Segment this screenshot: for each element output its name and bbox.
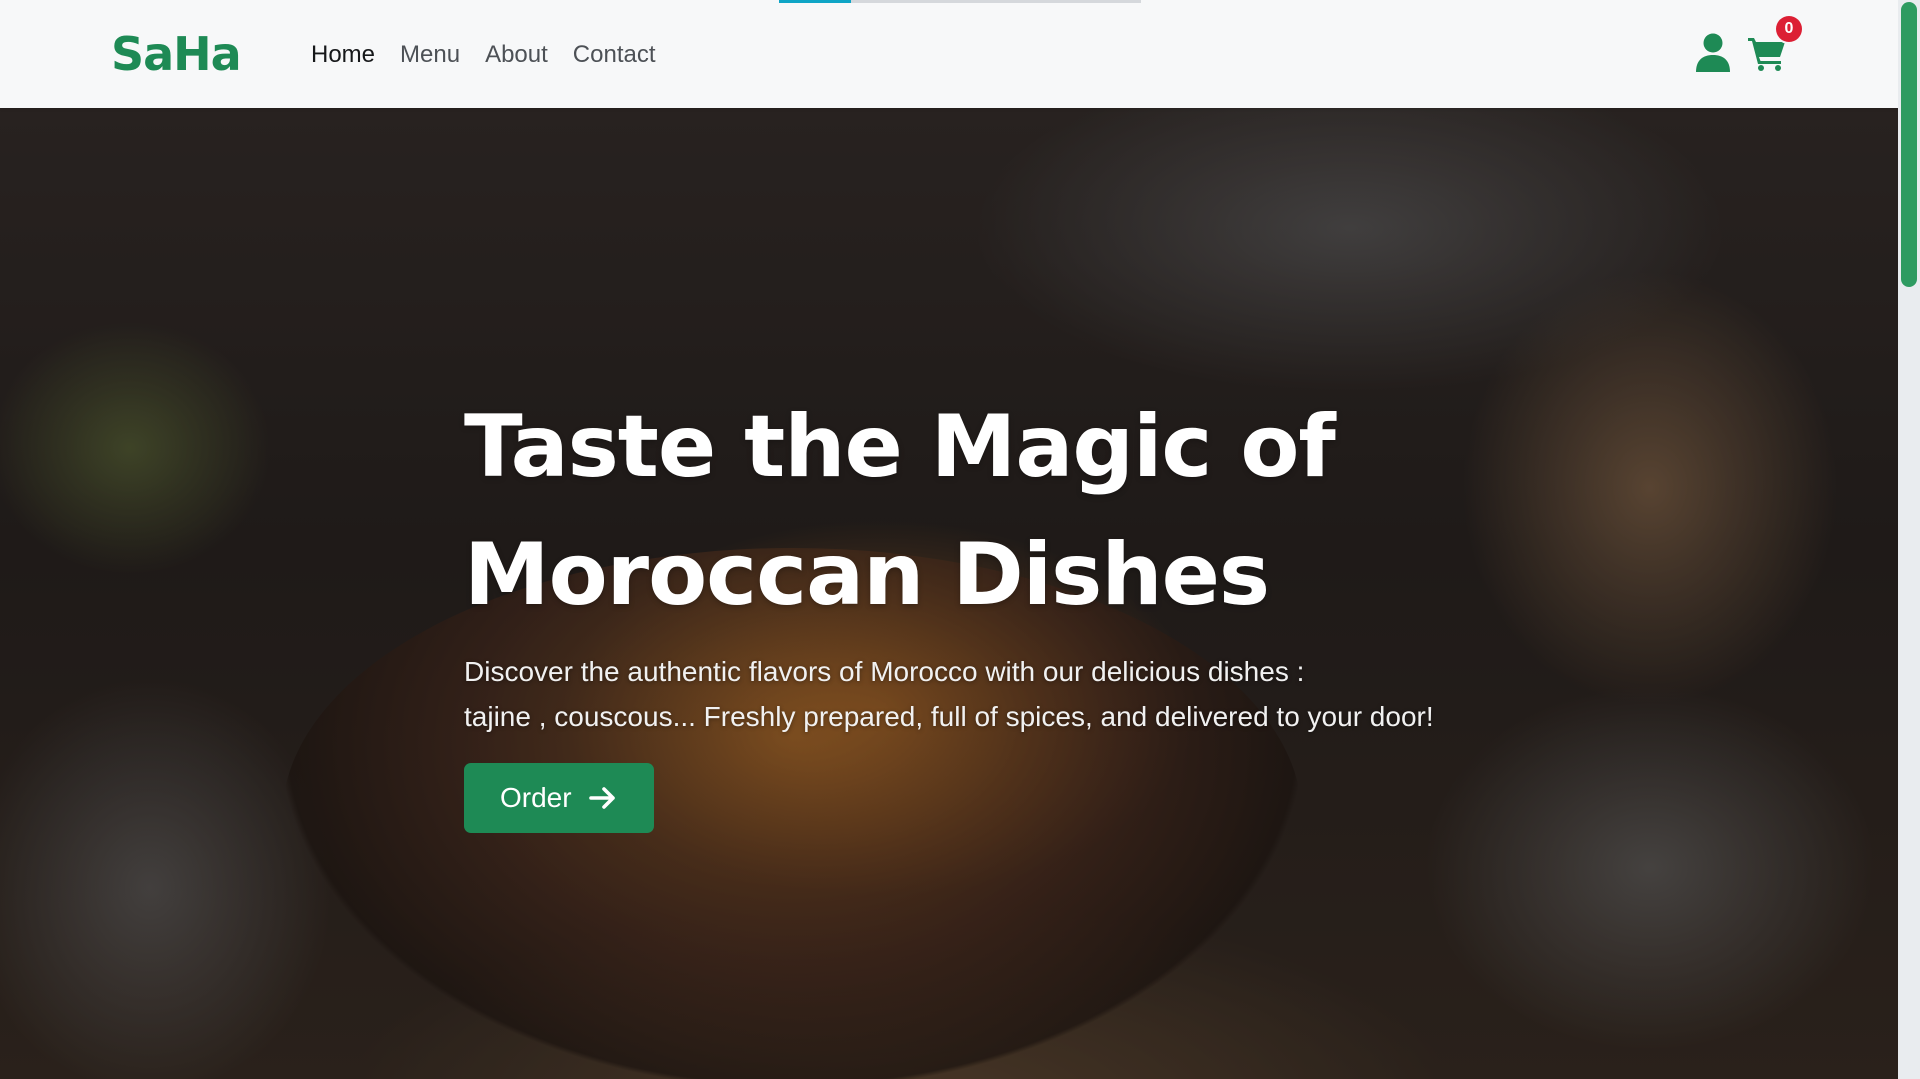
header-actions: 0 bbox=[1693, 16, 1802, 72]
brand-logo[interactable]: SaHa bbox=[111, 24, 242, 84]
hero-content: Taste the Magic of Moroccan Dishes Disco… bbox=[464, 383, 1464, 833]
hero-title-line-2: Moroccan Dishes bbox=[464, 525, 1270, 625]
cart-button[interactable]: 0 bbox=[1747, 16, 1802, 72]
scrollbar-thumb[interactable] bbox=[1901, 2, 1917, 287]
page-scrollbar[interactable] bbox=[1898, 0, 1920, 1079]
nav-link-home[interactable]: Home bbox=[311, 40, 375, 70]
hero-subtitle-line-1: Discover the authentic flavors of Morocc… bbox=[464, 656, 1305, 687]
hero-title-line-1: Taste the Magic of bbox=[464, 397, 1336, 497]
hero-section: Taste the Magic of Moroccan Dishes Disco… bbox=[0, 108, 1898, 1079]
order-button[interactable]: Order bbox=[464, 763, 654, 833]
user-icon[interactable] bbox=[1693, 32, 1733, 72]
nav-link-contact[interactable]: Contact bbox=[573, 40, 656, 70]
hero-subtitle: Discover the authentic flavors of Morocc… bbox=[464, 649, 1464, 739]
cart-count-badge: 0 bbox=[1776, 16, 1802, 42]
hero-subtitle-line-2: tajine , couscous... Freshly prepared, f… bbox=[464, 701, 1434, 732]
navbar: SaHa Home Menu About Contact 0 bbox=[0, 0, 1898, 108]
main-nav: Home Menu About Contact bbox=[311, 40, 681, 70]
hero-title: Taste the Magic of Moroccan Dishes bbox=[464, 383, 1464, 639]
arrow-right-icon bbox=[588, 787, 615, 809]
order-button-label: Order bbox=[500, 782, 572, 813]
nav-link-menu[interactable]: Menu bbox=[400, 40, 460, 70]
nav-link-about[interactable]: About bbox=[485, 40, 548, 70]
loading-bar-fill bbox=[779, 0, 852, 3]
page-loading-bar bbox=[779, 0, 1141, 3]
